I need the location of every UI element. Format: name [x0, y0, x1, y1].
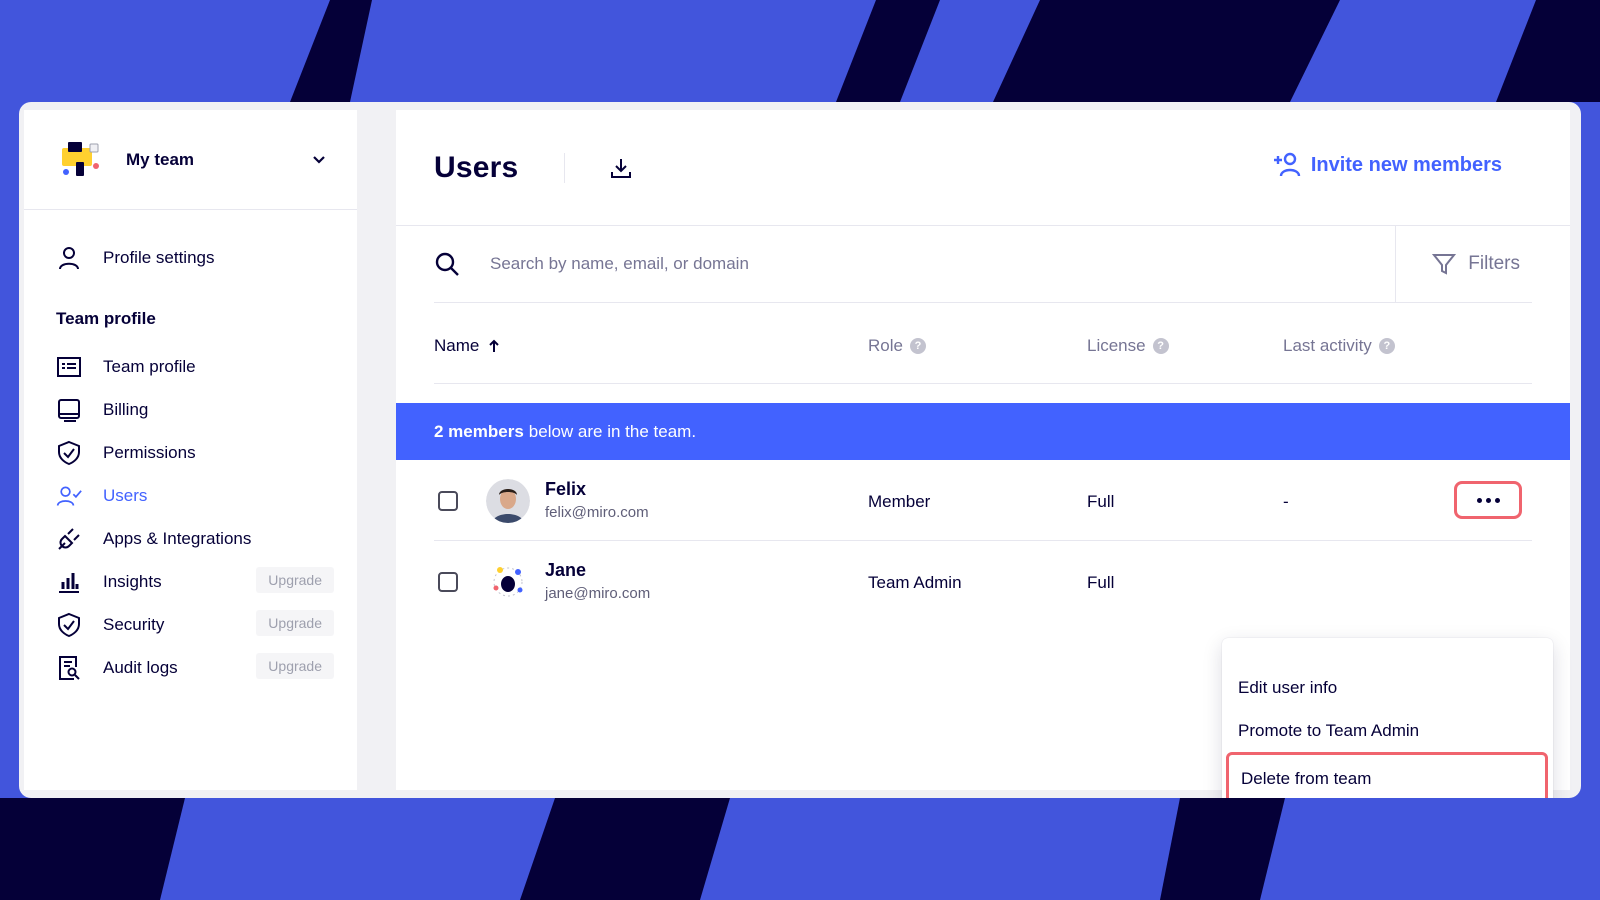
- shield-check-icon: [56, 612, 82, 638]
- user-role: Member: [868, 492, 931, 511]
- sidebar-item-billing[interactable]: Billing: [24, 388, 357, 431]
- sidebar-nav: Profile settings Team profile Team profi…: [24, 210, 357, 689]
- team-switcher[interactable]: My team: [24, 110, 357, 210]
- sidebar-item-profile-settings[interactable]: Profile settings: [24, 236, 357, 279]
- filter-icon: [1432, 254, 1457, 275]
- sidebar-item-label: Insights: [103, 571, 162, 591]
- column-header-name[interactable]: Name: [434, 336, 501, 356]
- audit-log-icon: [56, 655, 82, 681]
- users-check-icon: [56, 483, 82, 509]
- sidebar-item-insights[interactable]: Insights Upgrade: [24, 560, 357, 603]
- user-last-activity: -: [1283, 492, 1289, 511]
- invite-label: Invite new members: [1310, 153, 1502, 176]
- menu-item-promote-team-admin[interactable]: Promote to Team Admin: [1222, 709, 1553, 752]
- sidebar: My team Profile settings Team profile Te…: [24, 110, 357, 790]
- column-label: Name: [434, 336, 480, 355]
- id-card-icon: [56, 354, 82, 380]
- table-row: Jane jane@miro.com Team Admin Full: [434, 541, 1532, 622]
- members-banner: 2 members below are in the team.: [396, 403, 1570, 460]
- add-user-icon: [1273, 152, 1301, 177]
- user-role: Team Admin: [868, 573, 962, 592]
- sidebar-item-label: Audit logs: [103, 657, 178, 677]
- invite-members-button[interactable]: Invite new members: [1273, 152, 1502, 178]
- avatar: [486, 560, 530, 604]
- more-options-button[interactable]: [1454, 481, 1522, 519]
- help-icon[interactable]: ?: [909, 338, 926, 354]
- sidebar-item-label: Team profile: [103, 356, 196, 376]
- app-window: My team Profile settings Team profile Te…: [19, 102, 1581, 798]
- download-icon[interactable]: [609, 156, 633, 180]
- team-logo-icon: [62, 141, 99, 176]
- user-name: Felix: [545, 479, 587, 499]
- row-checkbox[interactable]: [438, 572, 458, 592]
- sort-arrow-up-icon: [489, 339, 500, 352]
- sidebar-item-label: Security: [103, 614, 165, 634]
- help-icon[interactable]: ?: [1378, 338, 1395, 354]
- user-license: Full: [1087, 492, 1115, 511]
- upgrade-badge[interactable]: Upgrade: [256, 610, 334, 636]
- column-header-last-activity: Last activity ?: [1283, 336, 1395, 356]
- chevron-down-icon[interactable]: [311, 152, 327, 168]
- avatar: [486, 479, 530, 523]
- team-name: My team: [126, 149, 195, 169]
- help-icon[interactable]: ?: [1152, 338, 1169, 354]
- search-bar: Filters: [434, 226, 1532, 303]
- members-count: 2 members: [434, 421, 524, 441]
- sidebar-item-label: Profile settings: [103, 247, 215, 267]
- filters-label: Filters: [1468, 253, 1520, 274]
- column-header-license: License ?: [1087, 336, 1169, 356]
- sidebar-item-team-profile[interactable]: Team profile: [24, 345, 357, 388]
- menu-item-delete-from-team[interactable]: Delete from team: [1226, 752, 1548, 798]
- user-email: jane@miro.com: [545, 585, 651, 602]
- banner-text: below are in the team.: [528, 421, 697, 441]
- table-header: Name Role ? License ? Last activity ?: [434, 303, 1532, 384]
- column-label: License: [1087, 336, 1146, 355]
- column-label: Last activity: [1283, 336, 1372, 355]
- user-context-menu: Edit user info Promote to Team Admin Del…: [1222, 638, 1553, 798]
- plug-icon: [56, 526, 82, 552]
- sidebar-section-title: Team profile: [56, 309, 156, 328]
- upgrade-badge[interactable]: Upgrade: [256, 653, 334, 679]
- header-divider: [564, 152, 566, 183]
- page-title: Users: [434, 150, 519, 184]
- sidebar-item-label: Permissions: [103, 442, 196, 462]
- menu-item-edit-user-info[interactable]: Edit user info: [1222, 666, 1553, 709]
- sidebar-item-permissions[interactable]: Permissions: [24, 431, 357, 474]
- search-icon: [435, 252, 459, 276]
- row-checkbox[interactable]: [438, 491, 458, 511]
- user-email: felix@miro.com: [545, 504, 649, 521]
- billing-icon: [56, 397, 82, 423]
- sidebar-item-label: Billing: [103, 399, 149, 419]
- sidebar-item-audit-logs[interactable]: Audit logs Upgrade: [24, 646, 357, 689]
- search-input[interactable]: [490, 254, 1370, 274]
- shield-check-icon: [56, 440, 82, 466]
- column-label: Role: [868, 336, 903, 355]
- filters-button[interactable]: Filters: [1395, 226, 1520, 302]
- user-icon: [56, 245, 82, 271]
- user-name: Jane: [545, 560, 587, 580]
- sidebar-item-apps-integrations[interactable]: Apps & Integrations: [24, 517, 357, 560]
- sidebar-item-label: Apps & Integrations: [103, 528, 252, 548]
- sidebar-item-label: Users: [103, 485, 148, 505]
- upgrade-badge[interactable]: Upgrade: [256, 567, 334, 593]
- page-header: Users Invite new members: [396, 110, 1570, 226]
- user-license: Full: [1087, 573, 1115, 592]
- column-header-role: Role ?: [868, 336, 926, 356]
- sidebar-item-users[interactable]: Users: [24, 474, 357, 517]
- table-row: Felix felix@miro.com Member Full -: [434, 460, 1532, 541]
- bar-chart-icon: [56, 569, 82, 595]
- more-icon: [1476, 497, 1500, 503]
- sidebar-item-security[interactable]: Security Upgrade: [24, 603, 357, 646]
